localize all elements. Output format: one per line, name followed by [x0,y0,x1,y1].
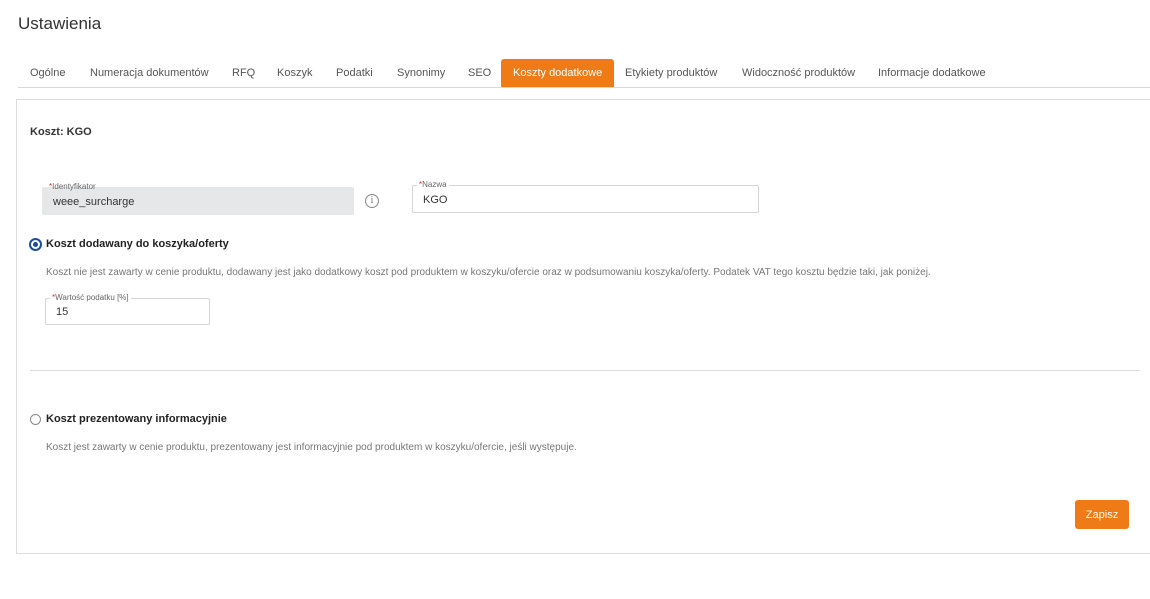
cost-added-description: Koszt nie jest zawarty w cenie produktu,… [46,267,931,278]
tab-etykiety-produktow[interactable]: Etykiety produktów [625,59,717,87]
identifier-value: weee_surcharge [53,196,135,208]
tab-numeracja-dokumentow[interactable]: Numeracja dokumentów [90,59,209,87]
tax-value: 15 [56,306,69,318]
radio-cost-informational[interactable] [30,414,41,425]
tax-value-field[interactable]: *Wartość podatku [%] 15 [45,292,210,325]
tab-koszyk[interactable]: Koszyk [277,59,312,87]
tab-podatki[interactable]: Podatki [336,59,373,87]
settings-tabs: Ogólne Numeracja dokumentów RFQ Koszyk P… [18,59,1150,88]
tab-seo[interactable]: SEO [468,59,491,87]
tab-informacje-dodatkowe[interactable]: Informacje dodatkowe [878,59,986,87]
radio-cost-informational-label[interactable]: Koszt prezentowany informacyjnie [46,413,227,425]
tab-rfq[interactable]: RFQ [232,59,255,87]
section-title: Koszt: KGO [30,126,92,138]
identifier-field: *Identyfikator weee_surcharge [42,182,354,215]
divider [30,370,1140,371]
tab-ogolne[interactable]: Ogólne [30,59,65,87]
identifier-label: *Identyfikator [49,182,96,191]
tab-widocznosc-produktow[interactable]: Widoczność produktów [742,59,855,87]
tax-value-label: *Wartość podatku [%] [50,292,131,304]
tab-synonimy[interactable]: Synonimy [397,59,445,87]
name-label: *Nazwa [417,179,449,191]
radio-cost-added-to-cart[interactable] [30,239,41,250]
page-title: Ustawienia [18,14,102,33]
radio-cost-added-to-cart-label[interactable]: Koszt dodawany do koszyka/oferty [46,238,229,250]
cost-informational-description: Koszt jest zawarty w cenie produktu, pre… [46,442,577,453]
name-field[interactable]: *Nazwa KGO [412,179,759,213]
name-value: KGO [423,194,448,206]
settings-panel [16,99,1150,554]
save-button[interactable]: Zapisz [1075,500,1129,529]
tab-koszty-dodatkowe[interactable]: Koszty dodatkowe [501,59,615,87]
info-icon[interactable]: i [365,194,379,208]
